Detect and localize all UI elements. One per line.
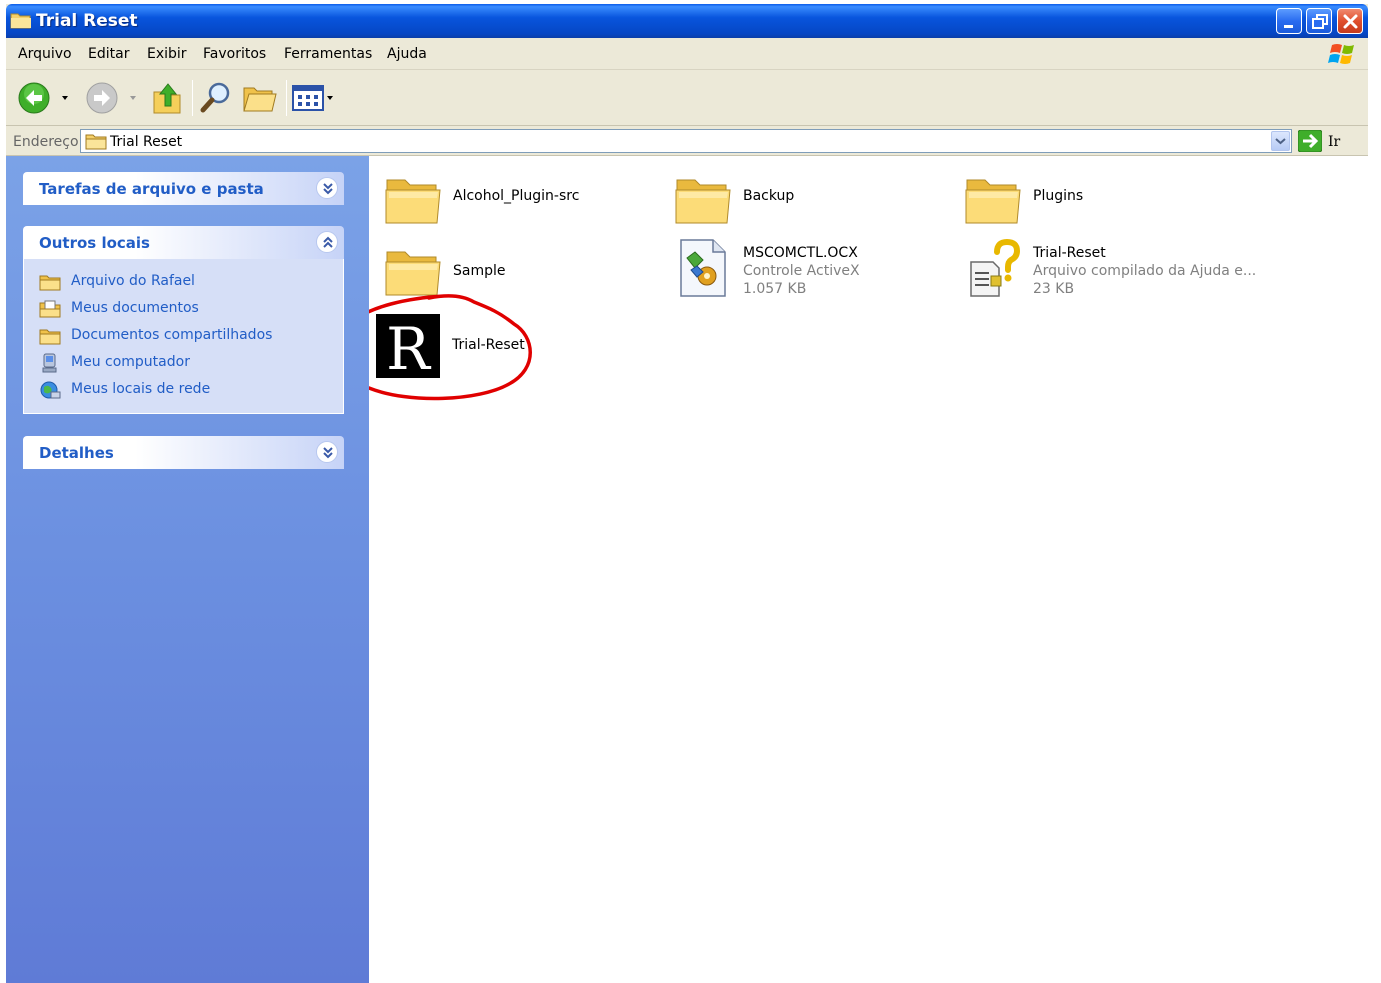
folder-icon bbox=[385, 179, 441, 224]
toolbar-separator bbox=[286, 80, 287, 116]
folder-icon bbox=[39, 329, 61, 345]
explorer-window: Trial Reset Arquivo Editar Exibir Favori… bbox=[6, 4, 1368, 983]
address-bar: Endereço Trial Reset Ir bbox=[6, 126, 1368, 156]
panel-title: Outros locais bbox=[39, 234, 150, 252]
back-icon[interactable] bbox=[18, 82, 52, 116]
menu-favoritos[interactable]: Favoritos bbox=[203, 46, 266, 62]
menu-exibir[interactable]: Exibir bbox=[147, 46, 187, 62]
activex-control-icon bbox=[680, 239, 726, 297]
address-input[interactable]: Trial Reset bbox=[80, 129, 1292, 153]
chevron-double-down-icon bbox=[323, 447, 333, 459]
network-icon bbox=[40, 381, 61, 399]
application-r-icon: R bbox=[376, 314, 440, 378]
panel-title: Detalhes bbox=[39, 444, 114, 462]
menu-arquivo[interactable]: Arquivo bbox=[18, 46, 72, 62]
documents-icon bbox=[39, 300, 61, 318]
computer-icon bbox=[42, 353, 57, 373]
address-value: Trial Reset bbox=[110, 134, 183, 150]
panel-other-places-body: Arquivo do Rafael Meus documentos Docume… bbox=[23, 259, 344, 414]
folders-icon[interactable] bbox=[242, 82, 278, 116]
restore-icon bbox=[1312, 14, 1328, 29]
file-item-selected-target[interactable]: R Trial-Reset bbox=[376, 314, 596, 378]
file-item[interactable]: MSCOMCTL.OCX Controle ActiveX 1.057 KB bbox=[673, 238, 943, 302]
folder-icon bbox=[385, 251, 441, 296]
forward-dropdown-icon[interactable] bbox=[128, 94, 138, 102]
minimize-button[interactable] bbox=[1276, 8, 1302, 34]
panel-details-header[interactable]: Detalhes bbox=[23, 436, 344, 469]
menu-ajuda[interactable]: Ajuda bbox=[387, 46, 427, 62]
chevron-down-icon bbox=[1275, 138, 1286, 145]
title-bar[interactable]: Trial Reset bbox=[6, 4, 1368, 38]
folder-icon bbox=[39, 275, 61, 291]
menu-ferramentas[interactable]: Ferramentas bbox=[284, 46, 372, 62]
panel-file-tasks-header[interactable]: Tarefas de arquivo e pasta bbox=[23, 172, 344, 205]
expand-button[interactable] bbox=[316, 441, 338, 463]
folder-icon bbox=[85, 134, 107, 150]
file-item[interactable]: Alcohol_Plugin-src bbox=[383, 170, 653, 234]
close-button[interactable] bbox=[1337, 8, 1363, 34]
file-item[interactable]: Sample bbox=[383, 242, 653, 306]
chevron-double-up-icon bbox=[323, 236, 333, 248]
icon-letter: R bbox=[386, 315, 432, 378]
windows-logo-icon bbox=[1328, 44, 1354, 64]
task-pane: Tarefas de arquivo e pasta Outros locais bbox=[6, 156, 369, 983]
expand-button[interactable] bbox=[316, 177, 338, 199]
up-folder-icon[interactable] bbox=[150, 80, 184, 116]
folder-icon bbox=[10, 13, 31, 29]
forward-icon[interactable] bbox=[86, 82, 120, 116]
window-title: Trial Reset bbox=[36, 11, 138, 31]
go-button[interactable]: Ir bbox=[1328, 134, 1340, 150]
panel-other-places-header[interactable]: Outros locais bbox=[23, 226, 344, 259]
views-icon[interactable] bbox=[292, 84, 338, 112]
menu-bar: Arquivo Editar Exibir Favoritos Ferramen… bbox=[6, 38, 1368, 70]
file-item[interactable]: Backup bbox=[673, 170, 943, 234]
restore-button[interactable] bbox=[1306, 8, 1332, 34]
file-view[interactable]: Alcohol_Plugin-src Backup Plugins Sample… bbox=[369, 156, 1368, 983]
go-arrow-icon[interactable] bbox=[1298, 130, 1322, 152]
toolbar-separator bbox=[192, 80, 193, 116]
search-icon[interactable] bbox=[198, 80, 234, 116]
chevron-double-down-icon bbox=[323, 183, 333, 195]
menu-editar[interactable]: Editar bbox=[88, 46, 129, 62]
folder-icon bbox=[965, 179, 1021, 224]
panel-title: Tarefas de arquivo e pasta bbox=[39, 180, 264, 198]
address-dropdown-button[interactable] bbox=[1271, 131, 1290, 151]
address-label: Endereço bbox=[13, 134, 79, 150]
collapse-button[interactable] bbox=[316, 231, 338, 253]
help-file-icon bbox=[970, 238, 1021, 297]
back-dropdown-icon[interactable] bbox=[60, 94, 70, 102]
minimize-icon bbox=[1284, 25, 1293, 28]
folder-icon bbox=[675, 179, 731, 224]
toolbar bbox=[6, 70, 1368, 126]
file-item[interactable]: Plugins bbox=[963, 170, 1233, 234]
file-item[interactable]: Trial-Reset Arquivo compilado da Ajuda e… bbox=[963, 238, 1256, 302]
close-icon bbox=[1343, 14, 1358, 29]
